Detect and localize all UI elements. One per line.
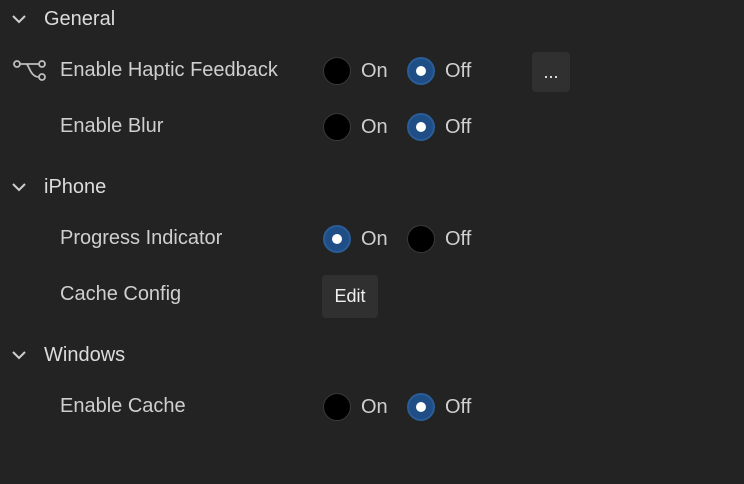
radio-label: Off bbox=[445, 395, 472, 418]
setting-row-progress-indicator: Progress Indicator On Off bbox=[0, 219, 744, 259]
more-options-button[interactable]: ... bbox=[532, 52, 570, 92]
radio-circle[interactable] bbox=[323, 225, 351, 253]
radio-on[interactable]: On bbox=[323, 110, 388, 144]
setting-row-enable-cache: Enable Cache On Off bbox=[0, 387, 744, 427]
radio-off[interactable]: Off bbox=[407, 54, 471, 88]
setting-row-cache-config: Cache Config Edit bbox=[0, 275, 744, 318]
radio-label: Off bbox=[445, 227, 472, 250]
setting-label: Enable Blur bbox=[60, 115, 164, 137]
setting-row-enable-blur: Enable Blur On Off bbox=[0, 107, 744, 147]
radio-label: On bbox=[361, 115, 388, 138]
radio-circle[interactable] bbox=[323, 393, 351, 421]
radio-on[interactable]: On bbox=[323, 222, 388, 256]
setting-label: Progress Indicator bbox=[60, 227, 223, 249]
radio-circle[interactable] bbox=[407, 225, 435, 253]
section-title: General bbox=[44, 7, 116, 30]
radio-label: On bbox=[361, 59, 388, 82]
radio-off[interactable]: Off bbox=[407, 222, 471, 256]
edit-button[interactable]: Edit bbox=[322, 275, 378, 318]
radio-on[interactable]: On bbox=[323, 390, 388, 424]
section-title: Windows bbox=[44, 343, 126, 366]
git-branch-icon bbox=[13, 59, 47, 83]
setting-label: Cache Config bbox=[60, 283, 182, 305]
setting-label: Enable Cache bbox=[60, 395, 186, 417]
radio-on[interactable]: On bbox=[323, 54, 388, 88]
chevron-down-icon[interactable] bbox=[10, 178, 28, 196]
radio-circle[interactable] bbox=[407, 113, 435, 141]
radio-circle[interactable] bbox=[323, 57, 351, 85]
radio-label: On bbox=[361, 227, 388, 250]
radio-circle[interactable] bbox=[407, 393, 435, 421]
radio-off[interactable]: Off bbox=[407, 110, 471, 144]
radio-label: On bbox=[361, 395, 388, 418]
radio-off[interactable]: Off bbox=[407, 390, 471, 424]
radio-label: Off bbox=[445, 59, 472, 82]
radio-label: Off bbox=[445, 115, 472, 138]
setting-label: Enable Haptic Feedback bbox=[60, 59, 278, 81]
chevron-down-icon[interactable] bbox=[10, 346, 28, 364]
radio-circle[interactable] bbox=[323, 113, 351, 141]
chevron-down-icon[interactable] bbox=[10, 10, 28, 28]
section-title: iPhone bbox=[44, 175, 107, 198]
radio-circle[interactable] bbox=[407, 57, 435, 85]
setting-row-haptic-feedback: Enable Haptic Feedback On Off ... bbox=[0, 51, 744, 92]
